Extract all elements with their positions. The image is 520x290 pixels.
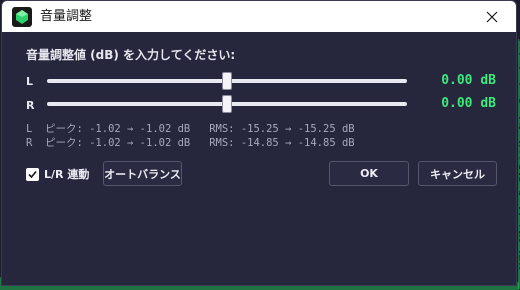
volume-dialog: 音量調整 音量調整値 (dB) を入力してください: L 0.00 dB R 0… [1,0,517,286]
slider-thumb[interactable] [222,95,232,113]
slider-thumb[interactable] [222,72,232,90]
right-channel-stats: R ピーク: -1.02 → -1.02 dB RMS: -14.85 → -1… [26,137,355,149]
close-icon [486,11,498,22]
checkbox-box[interactable] [26,167,39,181]
instruction-heading: 音量調整値 (dB) を入力してください: [26,48,236,62]
window-title: 音量調整 [40,9,93,24]
left-channel-slider[interactable] [47,72,407,90]
right-channel-slider[interactable] [47,95,407,113]
lr-link-label: L/R 連動 [44,168,90,181]
ok-button[interactable]: OK [329,161,409,186]
right-channel-db-value: 0.00 dB [441,96,496,111]
left-channel-db-value: 0.00 dB [441,73,496,88]
lr-link-checkbox[interactable]: L/R 連動 [26,166,89,182]
auto-balance-button[interactable]: オートバランス [103,161,182,186]
app-icon [12,7,32,27]
close-button[interactable] [470,1,514,32]
title-bar[interactable]: 音量調整 [2,1,516,32]
left-channel-label: L [26,75,34,88]
right-channel-label: R [26,99,35,112]
checkmark-icon [28,170,37,178]
left-channel-stats: L ピーク: -1.02 → -1.02 dB RMS: -15.25 → -1… [26,123,355,135]
screen: 音量調整 音量調整値 (dB) を入力してください: L 0.00 dB R 0… [0,0,520,290]
dialog-content: 音量調整値 (dB) を入力してください: L 0.00 dB R 0.00 d… [2,32,516,286]
cancel-button[interactable]: キャンセル [418,161,497,186]
